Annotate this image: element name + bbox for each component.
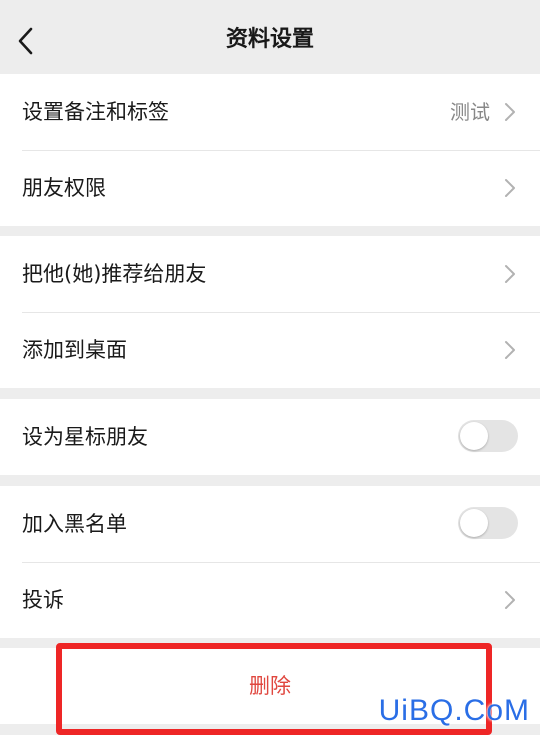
chevron-right-icon: [505, 179, 515, 197]
toggle-knob: [460, 422, 488, 450]
row-star-friend: 设为星标朋友: [0, 399, 540, 475]
chevron-right-icon: [505, 103, 515, 121]
row-complaint[interactable]: 投诉: [0, 562, 540, 638]
row-label: 投诉: [22, 588, 64, 612]
row-label: 设置备注和标签: [22, 100, 169, 124]
chevron-right-icon: [505, 265, 515, 283]
settings-group-star: 设为星标朋友: [0, 399, 540, 475]
row-label: 把他(她)推荐给朋友: [22, 262, 207, 286]
row-add-to-blacklist: 加入黑名单: [0, 486, 540, 562]
row-friend-permissions[interactable]: 朋友权限: [0, 150, 540, 226]
row-value: 测试: [450, 100, 490, 124]
page-title: 资料设置: [225, 27, 314, 52]
row-label: 添加到桌面: [22, 338, 127, 362]
row-recommend-to-friend[interactable]: 把他(她)推荐给朋友: [0, 236, 540, 312]
settings-group-remark: 设置备注和标签 测试 朋友权限: [0, 74, 540, 226]
watermark: UiBQ.CoM: [378, 694, 530, 727]
toggle-knob: [460, 509, 488, 537]
navigation-bar: 资料设置: [0, 0, 540, 74]
chevron-right-icon: [505, 341, 515, 359]
settings-group-share: 把他(她)推荐给朋友 添加到桌面: [0, 236, 540, 388]
blacklist-toggle[interactable]: [458, 507, 518, 539]
chevron-right-icon: [505, 591, 515, 609]
settings-group-block: 加入黑名单 投诉: [0, 486, 540, 638]
star-friend-toggle[interactable]: [458, 420, 518, 452]
row-label: 设为星标朋友: [22, 425, 148, 449]
row-set-remark-and-tags[interactable]: 设置备注和标签 测试: [0, 74, 540, 150]
row-add-to-desktop[interactable]: 添加到桌面: [0, 312, 540, 388]
row-label: 朋友权限: [22, 176, 106, 200]
row-label: 加入黑名单: [22, 512, 127, 536]
